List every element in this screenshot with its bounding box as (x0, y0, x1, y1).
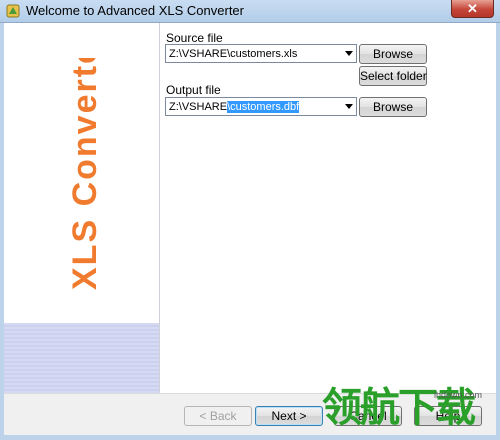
side-banner-stripes (4, 323, 159, 393)
output-file-selected-text: \customers.dbf (227, 101, 300, 113)
next-button[interactable]: Next > (255, 406, 323, 426)
dropdown-arrow-icon[interactable] (345, 104, 353, 109)
output-file-prefix: Z:\VSHARE (169, 101, 228, 113)
output-browse-button[interactable]: Browse (359, 97, 427, 117)
app-icon (6, 4, 20, 18)
select-folder-button[interactable]: Select folder (359, 66, 427, 86)
dropdown-arrow-icon[interactable] (345, 51, 353, 56)
output-file-label: Output file (166, 83, 221, 97)
output-file-combo[interactable]: Z:\VSHARE\customers.dbf (165, 97, 357, 116)
source-browse-button[interactable]: Browse (359, 44, 427, 64)
side-banner-title: XLS Converter (66, 58, 104, 290)
content-panel: Source file Z:\VSHARE\customers.xls Brow… (160, 23, 496, 393)
window-title: Welcome to Advanced XLS Converter (26, 3, 244, 18)
wizard-client-area: XLS Converter Source file Z:\VSHARE\cust… (4, 23, 496, 435)
application-window: Welcome to Advanced XLS Converter ✕ XLS … (0, 0, 500, 440)
side-banner: XLS Converter (4, 23, 160, 393)
title-bar[interactable]: Welcome to Advanced XLS Converter ✕ (0, 0, 500, 23)
watermark-url: lhdown.com (434, 390, 483, 400)
svg-text:XLS Converter: XLS Converter (66, 58, 104, 290)
back-button[interactable]: < Back (184, 406, 252, 426)
source-file-value: Z:\VSHARE\customers.xls (169, 48, 298, 60)
close-button[interactable]: ✕ (451, 0, 494, 18)
output-file-value: Z:\VSHARE\customers.dbf (169, 100, 300, 114)
source-file-combo[interactable]: Z:\VSHARE\customers.xls (165, 44, 357, 63)
source-file-label: Source file (166, 31, 223, 45)
